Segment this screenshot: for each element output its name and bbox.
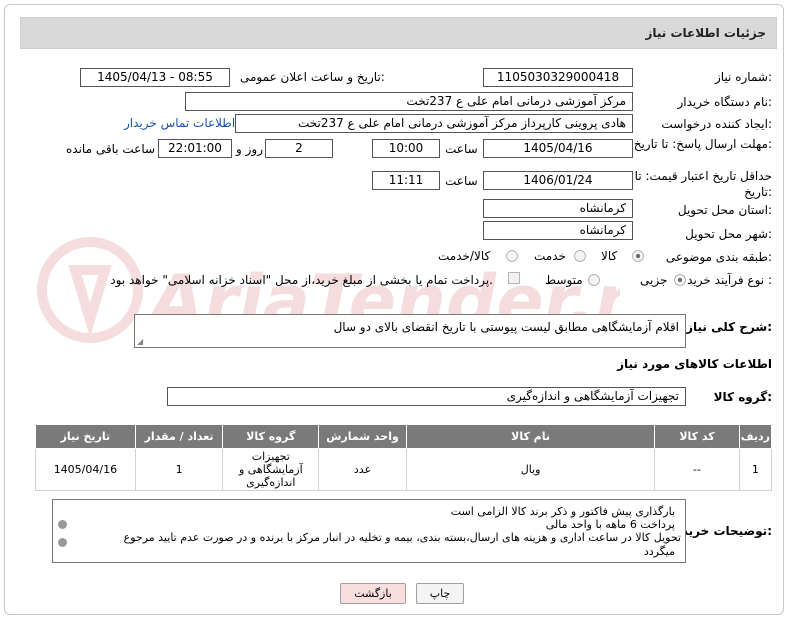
description-text: اقلام آزمایشگاهی مطابق لیست پیوستی با تا…	[333, 320, 679, 334]
province-value: کرمانشاه	[483, 199, 633, 218]
province-label: استان محل تحویل:	[677, 203, 772, 217]
reply-deadline-label: مهلت ارسال پاسخ: تا تاریخ:	[633, 137, 772, 151]
resize-handle-icon[interactable]: ◢	[137, 337, 143, 346]
category-radio-goods[interactable]	[632, 250, 644, 262]
price-time-value: 11:11	[372, 171, 440, 190]
price-validity-label: حداقل تاریخ اعتبار قیمت: تا تاریخ:	[634, 169, 772, 199]
cell-row: 1	[738, 448, 773, 491]
creator-label: ایجاد کننده درخواست:	[661, 117, 772, 131]
buyer-note-line-4: میگردد	[643, 545, 675, 558]
need-number-label: شماره نیاز:	[714, 70, 772, 84]
description-label: شرح کلی نیاز:	[686, 320, 772, 334]
days-label: روز و	[236, 142, 263, 156]
process-radio-minor[interactable]	[674, 274, 686, 286]
category-option-goods-service: کالا/خدمت	[438, 249, 491, 263]
treasury-payment-checkbox[interactable]	[508, 272, 520, 284]
category-option-service: خدمت	[534, 249, 566, 263]
table-header-row: ردیف کد کالا نام کالا واحد شمارش گروه کا…	[35, 424, 773, 449]
col-qty: تعداد / مقدار	[134, 424, 224, 449]
buyer-note-line-2: پرداخت 6 ماهه با واحد مالی	[545, 518, 675, 531]
days-value: 2	[265, 139, 333, 158]
category-radio-goods-service[interactable]	[506, 250, 518, 262]
city-value: کرمانشاه	[483, 221, 633, 240]
goods-info-title: اطلاعات کالاهای مورد نیاز	[617, 357, 772, 371]
col-name: نام کالا	[405, 424, 656, 449]
scroll-down-icon[interactable]	[58, 538, 67, 547]
header-bar: جزئیات اطلاعات نیاز	[20, 17, 777, 49]
treasury-payment-note: پرداخت تمام یا بخشی از مبلغ خرید،از محل …	[110, 273, 493, 287]
cell-date: 1405/04/16	[35, 448, 136, 491]
contact-info-link[interactable]: اطلاعات تماس خریدار	[124, 116, 235, 130]
cell-name: ویال	[405, 448, 656, 491]
cell-qty: 1	[134, 448, 224, 491]
process-option-minor: جزیی	[640, 273, 668, 287]
print-button[interactable]: چاپ	[416, 583, 464, 604]
col-unit: واحد شمارش	[318, 424, 407, 449]
process-option-medium: متوسط	[545, 273, 583, 287]
process-type-label: نوع فرآیند خرید :	[687, 273, 772, 287]
goods-table: ردیف کد کالا نام کالا واحد شمارش گروه کا…	[35, 424, 773, 491]
back-button[interactable]: بازگشت	[340, 583, 406, 604]
category-option-goods: کالا	[601, 249, 618, 263]
category-label: طبقه بندی موضوعی:	[665, 250, 772, 264]
reply-date-value: 1405/04/16	[483, 139, 633, 158]
need-number-value: 1105030329000418	[483, 68, 633, 87]
price-date-value: 1406/01/24	[483, 171, 633, 190]
buyer-notes-textarea[interactable]: بارگذاری پیش فاکتور و ذکر برند کالا الزا…	[52, 499, 686, 563]
process-radio-medium[interactable]	[588, 274, 600, 286]
remaining-time-value: 22:01:00	[158, 139, 232, 158]
col-code: کد کالا	[654, 424, 740, 449]
creator-value: هادی پروینی کارپرداز مرکز آموزشی درمانی …	[235, 114, 633, 133]
buyer-note-line-1: بارگذاری پیش فاکتور و ذکر برند کالا الزا…	[450, 505, 675, 518]
table-row[interactable]: 1 -- ویال عدد تجهیزات آزمایشگاهی و انداز…	[35, 448, 773, 491]
scroll-up-icon[interactable]	[58, 520, 67, 529]
cell-unit: عدد	[318, 448, 407, 491]
cell-code: --	[654, 448, 740, 491]
category-radio-service[interactable]	[574, 250, 586, 262]
page-title: جزئیات اطلاعات نیاز	[645, 26, 766, 40]
goods-group-value: تجهیزات آزمایشگاهی و اندازه‌گیری	[167, 387, 686, 406]
price-time-label: ساعت	[445, 174, 478, 188]
col-date: تاریخ نیاز	[35, 424, 136, 449]
col-row: ردیف	[738, 424, 773, 449]
buyer-org-label: نام دستگاه خریدار:	[677, 95, 773, 109]
buyer-note-line-3: تحویل کالا در ساعت اداری و هزینه های ارس…	[123, 531, 681, 544]
col-group: گروه کالا	[222, 424, 320, 449]
reply-time-value: 10:00	[372, 139, 440, 158]
goods-group-label: گروه کالا:	[713, 390, 772, 404]
buyer-org-value: مرکز آموزشی درمانی امام علی ع 237تخت	[185, 92, 633, 111]
description-textarea[interactable]: اقلام آزمایشگاهی مطابق لیست پیوستی با تا…	[134, 314, 686, 348]
announce-value: 1405/04/13 - 08:55	[80, 68, 230, 87]
reply-time-label: ساعت	[445, 142, 478, 156]
city-label: شهر محل تحویل:	[685, 227, 772, 241]
cell-group: تجهیزات آزمایشگاهی و اندازه‌گیری	[222, 448, 320, 491]
remaining-time-label: ساعت باقی مانده	[66, 142, 156, 156]
announce-label: تاریخ و ساعت اعلان عمومی:	[240, 70, 385, 84]
